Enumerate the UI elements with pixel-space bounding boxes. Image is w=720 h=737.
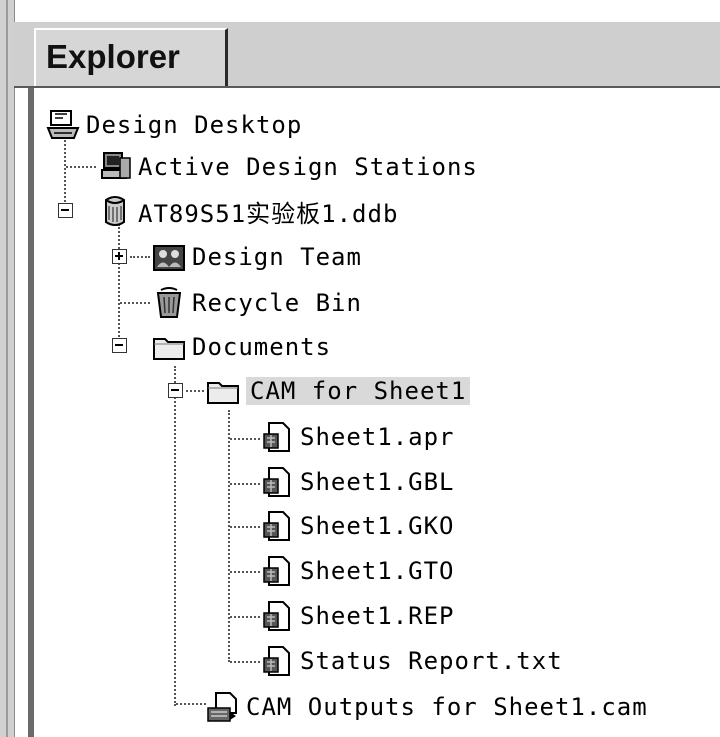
folder-open-icon (206, 374, 240, 408)
tab-explorer[interactable]: Explorer (34, 28, 228, 86)
tree-item-cam-file[interactable]: Sheet1.GKO (260, 507, 455, 545)
window-left-border (0, 0, 15, 737)
tree-item-label: Sheet1.REP (300, 602, 455, 630)
cam-file-icon (260, 420, 294, 454)
tree-item-cam-file[interactable]: Sheet1.GBL (260, 463, 455, 501)
tree-item-cam-file[interactable]: Sheet1.GTO (260, 552, 455, 590)
tree-line (228, 410, 230, 662)
tree-item-cam-outputs[interactable]: CAM Outputs for Sheet1.cam (206, 688, 648, 726)
tree-item-documents[interactable]: Documents (152, 328, 331, 366)
team-icon (152, 240, 186, 274)
collapse-documents-button[interactable] (112, 338, 127, 353)
tree-item-active-design-stations[interactable]: Active Design Stations (98, 148, 478, 186)
tree-line (176, 703, 206, 705)
folder-icon (152, 330, 186, 364)
workstation-icon (98, 150, 132, 184)
tree-item-label: CAM Outputs for Sheet1.cam (246, 693, 648, 721)
tree-item-label: CAM for Sheet1 (246, 377, 471, 405)
tree-line (120, 302, 150, 304)
tree-line (230, 526, 260, 528)
tree-item-label: Documents (192, 333, 332, 361)
tree-item-cam-file[interactable]: Sheet1.REP (260, 597, 455, 635)
tree-item-label: Sheet1.GTO (300, 557, 455, 585)
cam-file-icon (260, 644, 294, 678)
tab-strip: Explorer (14, 22, 720, 88)
cam-file-icon (260, 465, 294, 499)
tree-line (66, 166, 96, 168)
tree-line (118, 224, 120, 348)
tree-line (64, 136, 66, 202)
cam-output-icon (206, 690, 240, 724)
tree-line (230, 616, 260, 618)
expand-design-team-button[interactable] (112, 249, 127, 264)
tree-line (230, 438, 260, 440)
tree-item-label: Design Desktop (86, 111, 303, 139)
tree-item-cam-folder[interactable]: CAM for Sheet1 (206, 372, 471, 410)
tree-line (230, 483, 260, 485)
tree-item-design-team[interactable]: Design Team (152, 238, 362, 276)
tree-item-cam-file[interactable]: Status Report.txt (260, 642, 563, 680)
tree-item-cam-file[interactable]: Sheet1.apr (260, 418, 455, 456)
recycle-bin-icon (152, 286, 186, 320)
tree-line (174, 366, 176, 706)
tree-item-label: Recycle Bin (192, 289, 362, 317)
tree-item-database[interactable]: AT89S51实验板1.ddb (98, 192, 398, 230)
tree-item-label: Sheet1.GBL (300, 468, 455, 496)
tree-line (230, 571, 260, 573)
tree-item-design-desktop[interactable]: Design Desktop (46, 106, 302, 144)
desktop-icon (46, 108, 80, 142)
cam-file-icon (260, 509, 294, 543)
collapse-cam-folder-button[interactable] (168, 383, 183, 398)
tree-item-label: Active Design Stations (138, 153, 478, 181)
tree-line (186, 390, 204, 392)
tree-item-label: AT89S51实验板1.ddb (138, 199, 399, 228)
tree-item-recycle-bin[interactable]: Recycle Bin (152, 284, 362, 322)
cam-file-icon (260, 599, 294, 633)
tree-line (130, 256, 150, 258)
tree-item-label: Status Report.txt (300, 647, 563, 675)
tree-line (230, 661, 260, 663)
tree-item-label: Design Team (192, 243, 362, 271)
cam-file-icon (260, 554, 294, 588)
tree-item-label: Sheet1.apr (300, 423, 455, 451)
database-icon (98, 194, 132, 228)
collapse-database-button[interactable] (58, 203, 73, 218)
explorer-tree-panel: Design Desktop Active Design Stations AT… (28, 88, 720, 737)
tree-item-label: Sheet1.GKO (300, 512, 455, 540)
